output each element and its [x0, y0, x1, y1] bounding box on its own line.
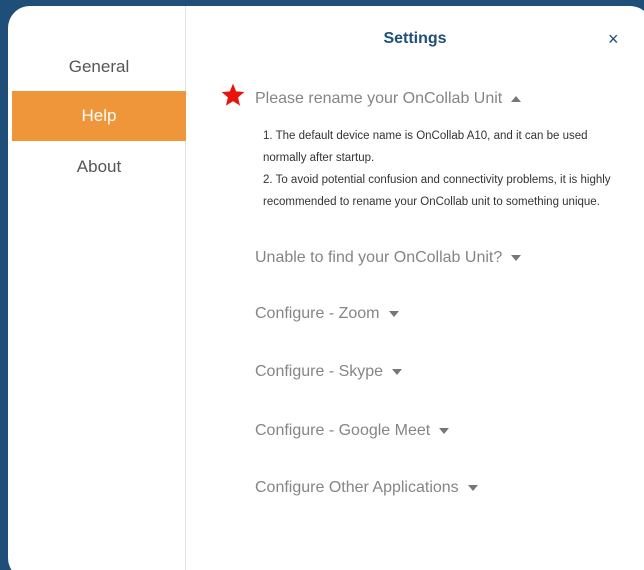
faq-item-rename-unit[interactable]: Please rename your OnCollab Unit — [255, 90, 522, 108]
caret-down-icon — [467, 485, 478, 491]
faq-item-configure-skype[interactable]: Configure - Skype — [255, 363, 403, 381]
faq-item-configure-zoom[interactable]: Configure - Zoom — [255, 305, 399, 323]
faq-item-unable-to-find[interactable]: Unable to find your OnCollab Unit? — [255, 249, 522, 267]
faq-question: Configure - Google Meet — [255, 422, 431, 439]
sidebar-item-label: General — [68, 57, 130, 76]
sidebar-item-about[interactable]: About — [12, 142, 186, 192]
faq-item-configure-google-meet[interactable]: Configure - Google Meet — [255, 422, 450, 440]
sidebar-item-general[interactable]: General — [12, 42, 186, 92]
faq-question: Configure Other Applications — [255, 479, 459, 496]
caret-down-icon — [392, 369, 403, 375]
close-button[interactable]: × — [608, 30, 619, 48]
faq-item-configure-other-apps[interactable]: Configure Other Applications — [255, 479, 478, 497]
faq-question: Configure - Zoom — [255, 305, 380, 322]
faq-question: Configure - Skype — [255, 363, 384, 380]
close-icon: × — [608, 29, 619, 49]
caret-down-icon — [439, 428, 450, 434]
sidebar-item-label: Help — [81, 106, 117, 125]
sidebar: General Help About — [8, 6, 186, 570]
sidebar-item-help[interactable]: Help — [12, 91, 186, 141]
sidebar-item-label: About — [76, 157, 122, 176]
star-icon — [220, 82, 246, 113]
faq-question: Please rename your OnCollab Unit — [255, 90, 503, 107]
faq-answer-rename-unit: 1. The default device name is OnCollab A… — [263, 130, 611, 208]
settings-window: General Help About Settings × Please ren… — [8, 6, 644, 570]
faq-question: Unable to find your OnCollab Unit? — [255, 249, 503, 266]
caret-down-icon — [388, 311, 399, 317]
caret-down-icon — [511, 255, 522, 261]
caret-up-icon — [511, 96, 522, 102]
page-title: Settings — [383, 30, 447, 47]
